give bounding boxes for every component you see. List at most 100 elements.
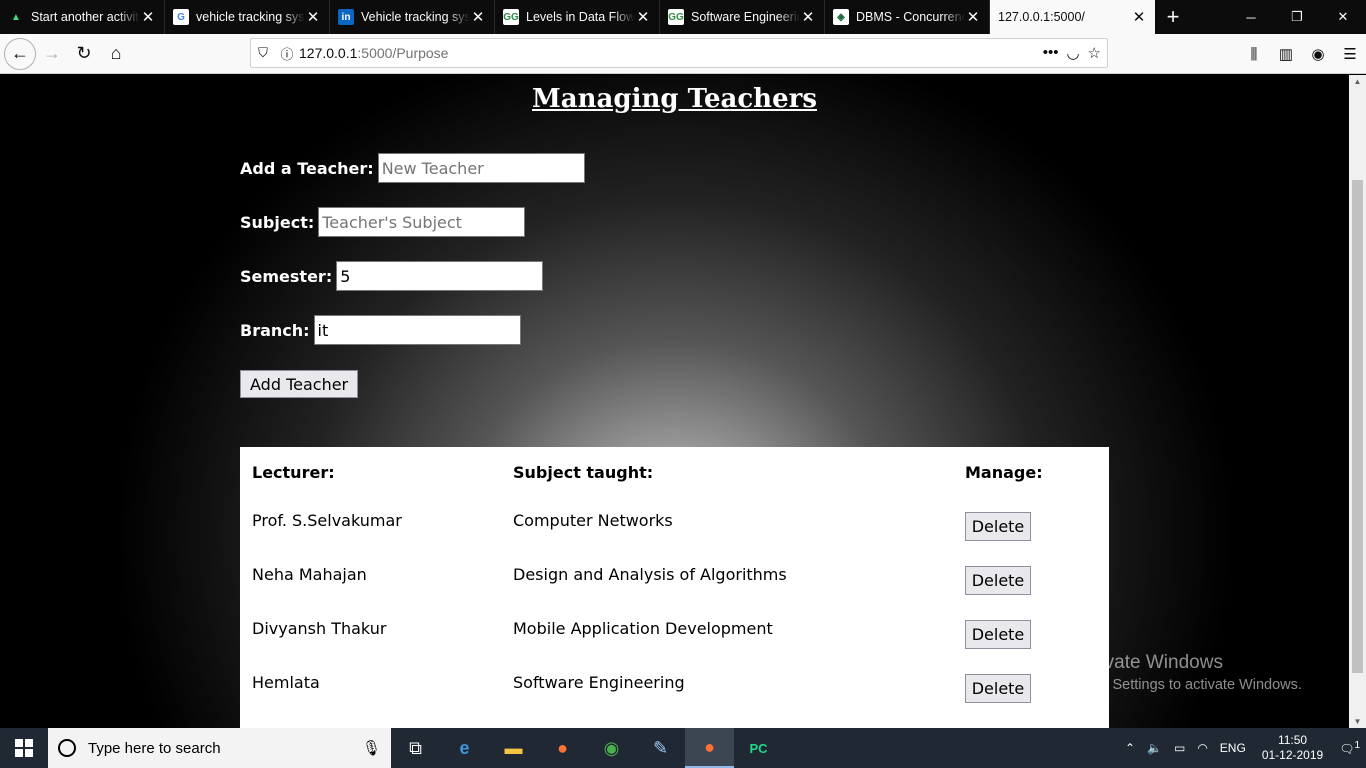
taskbar-search[interactable]: Type here to search 🎙 [48,728,391,768]
teacher-label: Add a Teacher: [240,158,374,178]
toolbar-right: ⫼ ▥ ◉ ☰ [1238,38,1366,70]
page-scrollbar[interactable]: ▲ ▼ [1349,75,1366,728]
subject-cell: Design and Analysis of Algorithms [513,565,787,584]
watermark-title: Activate Windows [1073,652,1223,673]
tab-title: Start another activit [31,10,139,24]
tab-0[interactable]: ▲ Start another activit ✕ [0,0,165,34]
geeksforgeeks-icon: GG [503,9,519,25]
teacher-row: Add a Teacher: [240,153,585,183]
tab-3[interactable]: GG Levels in Data Flow D ✕ [495,0,660,34]
subject-label: Subject: [240,212,315,232]
chrome-icon[interactable]: ◉ [587,728,636,768]
close-tab-icon[interactable]: ✕ [305,8,321,26]
tab-2[interactable]: in Vehicle tracking syst ✕ [330,0,495,34]
branch-label: Branch: [240,320,310,340]
close-tab-icon[interactable]: ✕ [800,8,816,26]
sidebar-icon[interactable]: ▥ [1270,38,1302,70]
system-tray: ⌃ 🔈 ▭ ◠ ENG 11:50 01-12-2019 🗨1 [1119,728,1366,768]
file-explorer-icon[interactable]: ▬ [489,728,538,768]
account-icon[interactable]: ◉ [1302,38,1334,70]
close-window-icon[interactable]: ✕ [1320,0,1366,34]
windows-start-icon[interactable] [0,728,48,768]
table-row: Prof. S.Selvakumar Computer Networks Del… [240,511,1109,565]
library-icon[interactable]: ⫼ [1238,38,1270,70]
minimize-icon[interactable]: ─ [1228,0,1274,34]
subject-cell: Software Engineering [513,673,685,692]
forward-icon[interactable]: → [36,38,68,70]
tab-title: DBMS - Concurrency [856,10,965,24]
battery-icon[interactable]: ▭ [1174,741,1185,755]
new-tab-icon[interactable]: + [1155,0,1191,34]
restore-icon[interactable]: ❐ [1274,0,1320,34]
tab-title: vehicle tracking syst [196,10,305,24]
taskbar-search-placeholder: Type here to search [88,739,221,757]
tab-6-active[interactable]: 127.0.0.1:5000/ ✕ [990,0,1155,34]
back-icon[interactable]: ← [4,37,36,70]
scroll-down-icon[interactable]: ▼ [1349,717,1366,726]
paint-icon[interactable]: ✎ [636,728,685,768]
subject-row: Subject: [240,207,526,237]
delete-button[interactable]: Delete [965,566,1031,595]
notification-icon[interactable]: 🗨1 [1339,740,1360,756]
tab-title: Levels in Data Flow D [526,10,635,24]
microphone-icon[interactable]: 🎙 [362,739,381,757]
geeksforgeeks-icon: GG [668,9,684,25]
volume-icon[interactable]: 🔈 [1147,741,1162,755]
lecturer-cell: Hemlata [252,673,320,692]
bookmark-star-icon[interactable]: ☆ [1088,44,1101,62]
taskbar: Type here to search 🎙 ⧉ e ▬ ● ◉ ✎ ● PC ⌃… [0,728,1366,768]
task-view-icon[interactable]: ⧉ [391,728,440,768]
add-teacher-button[interactable]: Add Teacher [240,370,359,398]
subject-cell: Mobile Application Development [513,619,773,638]
clock-time: 11:50 [1277,733,1308,747]
wifi-icon[interactable]: ◠ [1197,741,1207,755]
semester-label: Semester: [240,266,333,286]
page-viewport: Managing Teachers Add a Teacher: Subject… [0,75,1349,728]
header-lecturer: Lecturer: [252,463,335,482]
close-tab-icon[interactable]: ✕ [140,8,156,26]
firefox-icon[interactable]: ● [538,728,587,768]
close-tab-icon[interactable]: ✕ [635,8,651,26]
lecturer-cell: Neha Mahajan [252,565,367,584]
firefox-active-icon[interactable]: ● [685,728,734,768]
home-icon[interactable]: ⌂ [100,38,132,70]
scroll-up-icon[interactable]: ▲ [1349,77,1366,86]
teacher-input[interactable] [377,153,585,183]
page-title: Managing Teachers [532,84,817,114]
tab-5[interactable]: ◈ DBMS - Concurrency ✕ [825,0,990,34]
language-indicator[interactable]: ENG [1220,741,1246,755]
menu-icon[interactable]: ☰ [1334,38,1366,70]
pycharm-icon[interactable]: PC [734,728,783,768]
close-tab-icon[interactable]: ✕ [965,8,981,26]
tab-4[interactable]: GG Software Engineering ✕ [660,0,825,34]
activate-windows-watermark: Activate Windows Go to Settings to activ… [1073,652,1302,693]
lecturer-cell: Divyansh Thakur [252,619,387,638]
subject-input[interactable] [318,207,526,237]
url-path: :5000/Purpose [357,45,449,61]
close-tab-icon[interactable]: ✕ [470,8,486,26]
edge-icon[interactable]: e [440,728,489,768]
url-bar[interactable]: ⛉ ⓘ 127.0.0.1:5000/Purpose ••• ◡ ☆ [250,38,1108,68]
close-tab-icon[interactable]: ✕ [1131,8,1147,26]
clock[interactable]: 11:50 01-12-2019 [1262,733,1323,763]
header-manage: Manage: [965,463,1043,482]
info-icon[interactable]: ⓘ [275,44,299,63]
tab-title: Vehicle tracking syst [361,10,470,24]
reload-icon[interactable]: ↻ [68,38,100,70]
tab-1[interactable]: G vehicle tracking syst ✕ [165,0,330,34]
pocket-icon[interactable]: ◡ [1066,44,1079,62]
notification-count: 1 [1354,740,1360,751]
delete-button[interactable]: Delete [965,674,1031,703]
table-row: Divyansh Thakur Mobile Application Devel… [240,619,1109,673]
tutorialspoint-icon: ◈ [833,9,849,25]
delete-button[interactable]: Delete [965,512,1031,541]
shield-icon[interactable]: ⛉ [251,45,275,61]
url-host: 127.0.0.1 [299,45,358,61]
semester-input[interactable] [336,261,544,291]
scrollbar-thumb[interactable] [1352,180,1363,673]
page-actions-icon[interactable]: ••• [1043,44,1059,62]
branch-input[interactable] [313,315,521,345]
tray-chevron-icon[interactable]: ⌃ [1125,741,1135,755]
delete-button[interactable]: Delete [965,620,1031,649]
watermark-subtitle: Go to Settings to activate Windows. [1073,677,1302,693]
